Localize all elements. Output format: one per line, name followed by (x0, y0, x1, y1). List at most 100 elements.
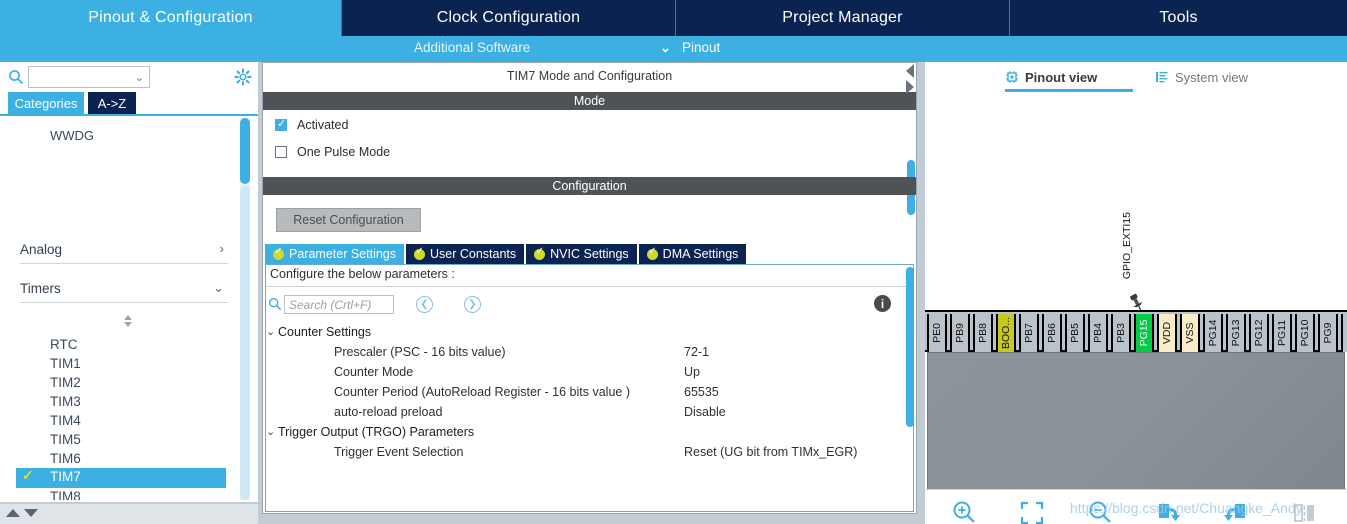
scroll-spinner-icon[interactable] (120, 314, 136, 328)
reset-configuration-button[interactable]: Reset Configuration (276, 208, 421, 232)
tab-tools[interactable]: Tools (1009, 0, 1347, 36)
pin-PG13[interactable]: PG13 (1226, 314, 1246, 352)
param-value-counter-mode[interactable]: Up (684, 365, 700, 379)
pin-PG11[interactable]: PG11 (1272, 314, 1292, 352)
pin-PG9[interactable]: PG9 (1318, 314, 1338, 352)
pin-PB5[interactable]: PB5 (1065, 314, 1085, 352)
pin-PB7[interactable]: PB7 (1019, 314, 1039, 352)
pin-PB8[interactable]: PB8 (973, 314, 993, 352)
tab-system-view[interactable]: System view (1155, 66, 1248, 88)
tree-group-timers[interactable]: Timers ⌄ (20, 279, 228, 303)
chevron-down-icon: ⌄ (266, 426, 276, 438)
tab-nvic-settings[interactable]: NVIC Settings (526, 244, 637, 264)
param-group-trigger-output[interactable]: ⌄ Trigger Output (TRGO) Parameters (266, 425, 475, 439)
tree-group-analog[interactable]: Analog › (20, 240, 228, 264)
additional-software-menu[interactable]: Additional Software (414, 40, 530, 55)
group-label: Trigger Output (TRGO) Parameters (278, 425, 475, 439)
main-tab-bar: Pinout & Configuration Clock Configurati… (0, 0, 1347, 36)
parameter-search-input[interactable]: Search (Crtl+F) (284, 295, 394, 314)
pin-label: PB3 (1115, 323, 1127, 343)
pin-label: PB8 (977, 323, 989, 343)
param-group-counter-settings[interactable]: ⌄ Counter Settings (266, 325, 371, 339)
pin-label: PB6 (1046, 323, 1058, 343)
parameter-settings-body: Configure the below parameters : Search … (265, 264, 914, 512)
checkbox-one-pulse-mode[interactable]: One Pulse Mode (275, 145, 390, 159)
tree-item-rtc[interactable]: RTC (50, 337, 78, 356)
zoom-in-icon[interactable] (949, 498, 979, 524)
tab-dma-settings[interactable]: DMA Settings (638, 244, 747, 264)
pin-PB9[interactable]: PB9 (950, 314, 970, 352)
tree-item-tim5[interactable]: TIM5 (50, 432, 81, 451)
panel-collapse-left-arrow[interactable] (906, 64, 914, 78)
param-value-prescaler[interactable]: 72-1 (684, 345, 709, 359)
pin-PB6[interactable]: PB6 (1042, 314, 1062, 352)
tree-item-tim3[interactable]: TIM3 (50, 394, 81, 413)
divider (266, 286, 913, 287)
pin-PG14[interactable]: PG14 (1203, 314, 1223, 352)
sidebar-scrollbar-thumb-upper[interactable] (240, 118, 250, 184)
tab-project-manager[interactable]: Project Manager (675, 0, 1009, 36)
chevron-down-icon: ⌄ (266, 326, 276, 338)
checkbox-box[interactable] (275, 117, 287, 131)
parameter-scrollbar-thumb[interactable] (906, 267, 914, 427)
pin-label: PG15 (1138, 319, 1150, 347)
pin-PG12[interactable]: PG12 (1249, 314, 1269, 352)
pin-VDD[interactable]: VDD (1157, 314, 1177, 352)
pin-label: BOO... (1000, 316, 1012, 350)
pin-BOOT0[interactable]: BOO... (996, 314, 1016, 352)
panel-collapse-right-arrow[interactable] (906, 80, 914, 94)
chevron-down-icon: ⌄ (660, 40, 671, 55)
tree-item-wwdg[interactable]: WWDG (50, 128, 94, 143)
tree-item-tim8[interactable]: TIM8 (50, 489, 81, 500)
pin-PG10[interactable]: PG10 (1295, 314, 1315, 352)
tab-parameter-settings[interactable]: Parameter Settings (265, 244, 404, 264)
search-next-button[interactable]: ❯ (464, 296, 481, 313)
tree-item-tim4[interactable]: TIM4 (50, 413, 81, 432)
pinout-menu[interactable]: Pinout (682, 40, 720, 55)
search-prev-button[interactable]: ❮ (416, 296, 433, 313)
param-value-auto-reload-preload[interactable]: Disable (684, 405, 726, 419)
param-value-trigger-event-selection[interactable]: Reset (UG bit from TIMx_EGR) (684, 445, 857, 459)
tab-categories[interactable]: Categories (8, 92, 84, 114)
chevron-down-icon: ⌄ (134, 72, 144, 84)
chevron-right-icon: › (219, 241, 224, 256)
search-input[interactable]: ⌄ (28, 66, 150, 88)
pin-PB4[interactable]: PB4 (1088, 314, 1108, 352)
divider (20, 302, 228, 303)
pin-VSS[interactable]: VSS (1180, 314, 1200, 352)
panel-title: TIM7 Mode and Configuration (263, 63, 916, 88)
chip-diagram[interactable]: GPIO_EXTI15 PE0 PB9 PB8 BOO... PB7 PB6 P… (925, 94, 1347, 489)
checkbox-label: Activated (297, 118, 349, 132)
info-icon[interactable]: i (874, 295, 891, 312)
pin-PD7[interactable]: PD7 (1341, 314, 1347, 352)
tab-pinout-view[interactable]: Pinout view (1005, 66, 1097, 88)
tab-a-to-z[interactable]: A->Z (88, 92, 136, 114)
checkbox-box[interactable] (275, 146, 287, 158)
pin-PE0[interactable]: PE0 (927, 314, 947, 352)
pinout-view-panel: Pinout view System view GPIO_EXTI15 PE0 … (925, 62, 1347, 524)
pin-PG15[interactable]: PG15 (1134, 314, 1154, 352)
scroll-down-arrow[interactable] (24, 509, 38, 517)
gear-icon[interactable] (234, 68, 252, 86)
tree-item-tim2[interactable]: TIM2 (50, 375, 81, 394)
chip-body[interactable] (927, 352, 1345, 489)
tab-clock-configuration[interactable]: Clock Configuration (341, 0, 675, 36)
scroll-up-arrow[interactable] (6, 509, 20, 517)
tab-label: DMA Settings (662, 247, 739, 261)
configuration-section-header: Configuration (263, 177, 916, 195)
tab-pinout-and-configuration[interactable]: Pinout & Configuration (0, 0, 341, 36)
fit-to-screen-icon[interactable] (1017, 498, 1047, 524)
tab-label: Pinout view (1025, 69, 1098, 85)
tab-user-constants[interactable]: User Constants (406, 244, 525, 264)
watermark: https://blog.csdn.net/Chuangke_Andy (1070, 500, 1303, 516)
stm32cubemx-window: Pinout & Configuration Clock Configurati… (0, 0, 1347, 524)
checkbox-activated[interactable]: Activated (275, 117, 349, 132)
check-badge-icon (534, 246, 546, 260)
check-icon: ✓ (22, 467, 34, 483)
param-value-counter-period[interactable]: 65535 (684, 385, 719, 399)
sidebar-scrollbar-thumb-lower[interactable] (240, 186, 250, 500)
search-icon (9, 70, 24, 85)
tree-item-tim7[interactable]: ✓ TIM7 (16, 467, 226, 488)
tree-item-tim1[interactable]: TIM1 (50, 356, 81, 375)
pin-PB3[interactable]: PB3 (1111, 314, 1131, 352)
